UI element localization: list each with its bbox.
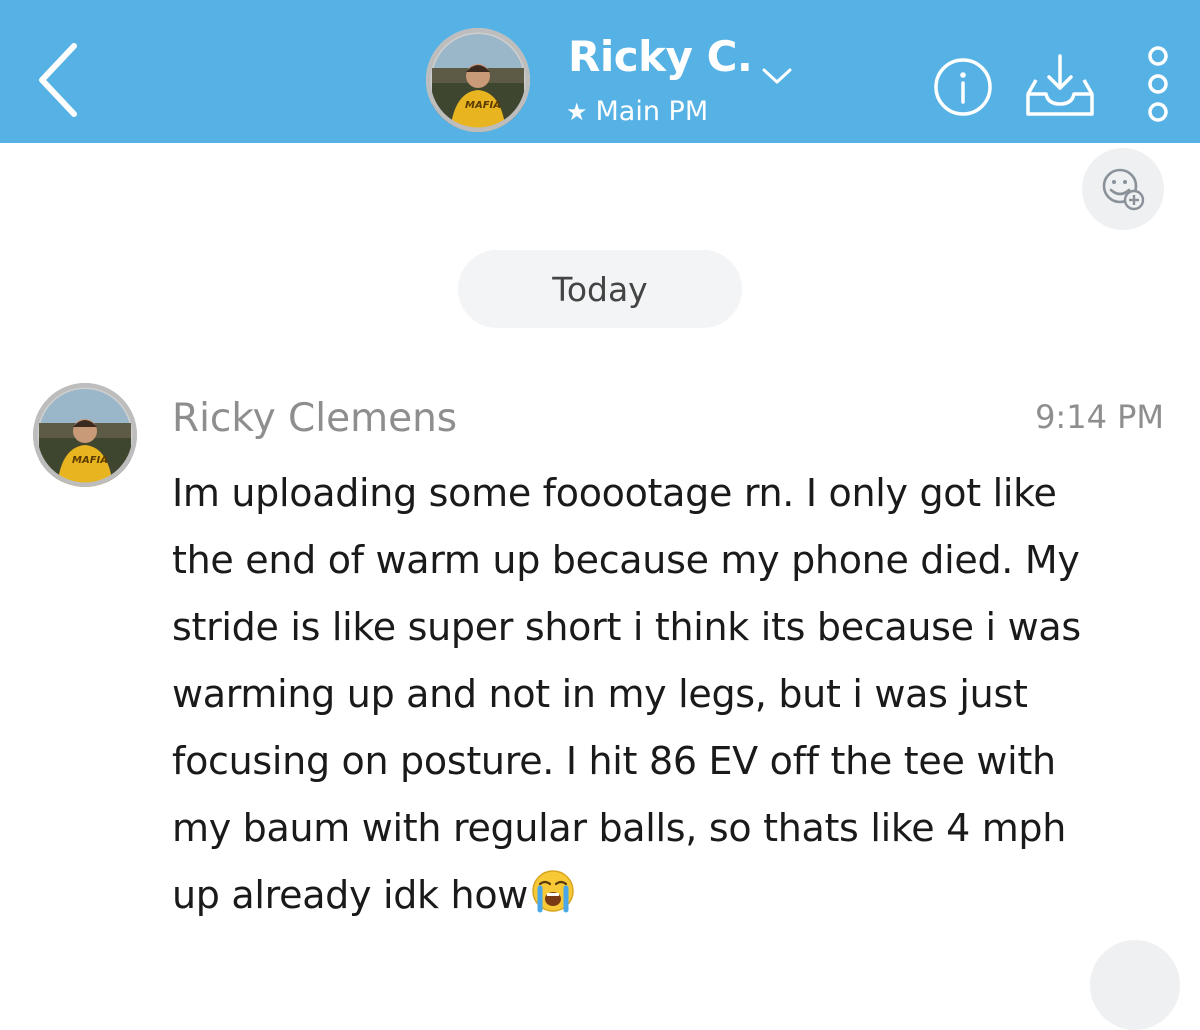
more-vertical-icon [1148,46,1168,122]
sender-avatar[interactable]: MAFIA [33,383,137,487]
back-arrow-icon [39,43,77,117]
more-options-button[interactable] [1140,44,1176,124]
message-timestamp: 9:14 PM [1035,398,1164,436]
message-line: Im uploading some fooootage rn. I only g… [172,471,1057,515]
contact-name[interactable]: Ricky C. [568,32,753,81]
date-divider: Today [458,250,742,328]
info-button[interactable] [932,56,994,118]
message-line: my baum with regular balls, so thats lik… [172,806,1067,850]
contact-subtitle: ★ Main PM [566,96,708,127]
chat-header: MAFIA Ricky C. ★ Main PM [0,0,1200,143]
loudly-crying-face-icon [532,870,574,913]
save-button[interactable] [1022,50,1098,120]
add-friendmoji-icon [1102,168,1145,211]
chevron-down-icon[interactable] [760,64,794,88]
star-icon: ★ [566,97,588,126]
message-line: warming up and not in my legs, but i was… [172,672,1028,716]
message-line: stride is like super short i think its b… [172,605,1081,649]
avatar-photo: MAFIA [33,383,137,487]
message-line: focusing on posture. I hit 86 EV off the… [172,739,1056,783]
svg-text:MAFIA: MAFIA [72,455,108,466]
svg-text:MAFIA: MAFIA [465,100,501,111]
friendmoji-button[interactable] [1082,148,1164,230]
message-line-last: up already idk how [172,862,1172,929]
message-line-text: up already idk how [172,873,529,917]
message-sender-name: Ricky Clemens [172,396,458,441]
avatar-photo: MAFIA [426,28,530,132]
info-icon [934,58,992,116]
subtitle-text: Main PM [595,96,709,127]
date-divider-label: Today [552,269,648,309]
reply-bubble[interactable] [1090,940,1180,1030]
message-line: the end of warm up because my phone died… [172,538,1080,582]
back-button[interactable] [30,38,90,118]
message-text[interactable]: Im uploading some fooootage rn. I only g… [172,460,1172,929]
contact-avatar[interactable]: MAFIA [426,28,530,132]
save-inbox-icon [1026,54,1094,116]
